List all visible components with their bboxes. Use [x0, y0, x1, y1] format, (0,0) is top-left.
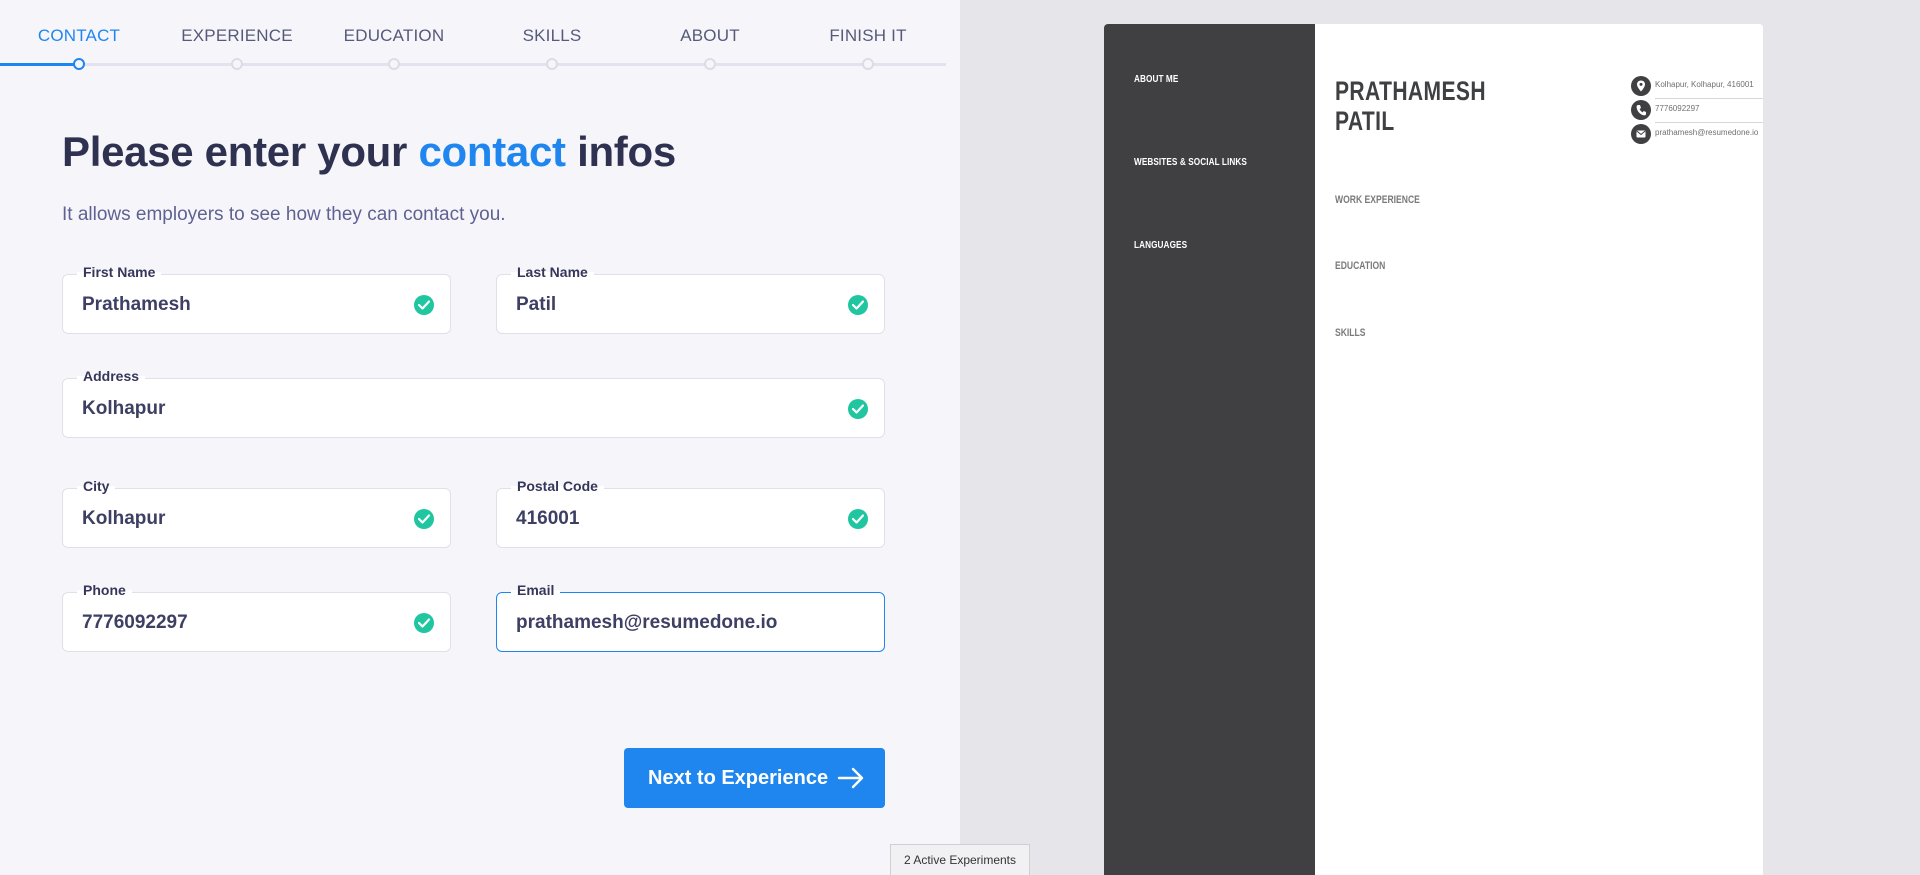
step-dot-experience[interactable] [231, 58, 243, 70]
resume-contact-address: Kolhapur, Kolhapur, 416001 [1631, 74, 1763, 99]
step-about[interactable]: ABOUT [631, 0, 789, 46]
resume-contact-email: prathamesh@resumedone.io [1631, 122, 1763, 146]
resume-first-name: PRATHAMESH [1335, 76, 1486, 106]
phone-field: Phone [62, 582, 451, 652]
check-circle-icon [414, 295, 434, 315]
city-label: City [77, 478, 116, 494]
step-dot-education[interactable] [388, 58, 400, 70]
resume-phone-text: 7776092297 [1655, 104, 1700, 113]
step-dot-about[interactable] [704, 58, 716, 70]
resume-section-work-experience: WORK EXPERIENCE [1335, 194, 1420, 206]
phone-input[interactable] [82, 612, 400, 634]
postal-code-field: Postal Code [496, 478, 885, 548]
check-circle-icon [414, 509, 434, 529]
next-to-experience-button[interactable]: Next to Experience [624, 748, 885, 808]
progress-track-fill [0, 63, 79, 66]
step-finish-it[interactable]: FINISH IT [789, 0, 947, 46]
check-circle-icon [848, 295, 868, 315]
resume-section-about-me: ABOUT ME [1134, 74, 1179, 85]
step-experience[interactable]: EXPERIENCE [158, 0, 316, 46]
email-input[interactable] [516, 612, 868, 634]
last-name-label: Last Name [511, 264, 594, 280]
mail-icon [1631, 124, 1651, 144]
step-skills[interactable]: SKILLS [473, 0, 631, 46]
title-suffix: infos [565, 128, 676, 175]
resume-name: PRATHAMESH PATIL [1335, 76, 1486, 136]
page-title: Please enter your contact infos [62, 128, 676, 176]
postal-code-input[interactable] [516, 508, 834, 530]
step-dot-contact[interactable] [73, 58, 85, 70]
city-input[interactable] [82, 508, 400, 530]
address-field: Address [62, 368, 885, 438]
step-label: ABOUT [680, 26, 740, 45]
resume-preview[interactable]: ABOUT ME WEBSITES & SOCIAL LINKS LANGUAG… [1104, 24, 1763, 875]
step-label: EDUCATION [343, 26, 445, 45]
resume-preview-panel: ABOUT ME WEBSITES & SOCIAL LINKS LANGUAG… [960, 0, 1920, 875]
next-button-label: Next to Experience [648, 766, 829, 789]
form-panel: CONTACT EXPERIENCE EDUCATION SKILLS ABOU… [0, 0, 960, 875]
last-name-field: Last Name [496, 264, 885, 334]
step-label: FINISH IT [829, 26, 907, 45]
address-label: Address [77, 368, 146, 384]
check-circle-icon [848, 399, 868, 419]
resume-sidebar: ABOUT ME WEBSITES & SOCIAL LINKS LANGUAG… [1104, 24, 1315, 875]
resume-address-text: Kolhapur, Kolhapur, 416001 [1655, 80, 1754, 89]
resume-section-education: EDUCATION [1335, 260, 1386, 272]
active-experiments-badge[interactable]: 2 Active Experiments [890, 844, 1030, 875]
resume-email-text: prathamesh@resumedone.io [1655, 128, 1759, 137]
step-label: EXPERIENCE [181, 26, 293, 45]
title-prefix: Please enter your [62, 128, 419, 175]
resume-section-languages: LANGUAGES [1134, 240, 1188, 251]
location-pin-icon [1631, 76, 1651, 96]
step-dot-skills[interactable] [546, 58, 558, 70]
first-name-input[interactable] [82, 294, 400, 316]
postal-code-label: Postal Code [511, 478, 604, 494]
email-field: Email [496, 582, 885, 652]
step-label: CONTACT [37, 26, 121, 45]
phone-icon [1631, 100, 1651, 120]
step-label: SKILLS [522, 26, 582, 45]
page-subtitle: It allows employers to see how they can … [62, 204, 506, 225]
check-circle-icon [848, 509, 868, 529]
email-label: Email [511, 582, 561, 598]
first-name-field: First Name [62, 264, 451, 334]
title-highlight: contact [418, 128, 566, 175]
step-contact[interactable]: CONTACT [0, 0, 158, 46]
arrow-right-icon [837, 767, 865, 795]
phone-label: Phone [77, 582, 132, 598]
first-name-label: First Name [77, 264, 162, 280]
check-circle-icon [414, 613, 434, 633]
step-dot-finish-it[interactable] [862, 58, 874, 70]
resume-last-name: PATIL [1335, 106, 1395, 136]
address-input[interactable] [82, 398, 834, 420]
last-name-input[interactable] [516, 294, 834, 316]
progress-track [0, 63, 946, 66]
resume-contact-phone: 7776092297 [1631, 98, 1763, 123]
city-field: City [62, 478, 451, 548]
step-education[interactable]: EDUCATION [315, 0, 473, 46]
progress-stepper: CONTACT EXPERIENCE EDUCATION SKILLS ABOU… [0, 0, 946, 70]
resume-section-skills: SKILLS [1335, 327, 1366, 339]
resume-section-websites: WEBSITES & SOCIAL LINKS [1134, 157, 1247, 168]
